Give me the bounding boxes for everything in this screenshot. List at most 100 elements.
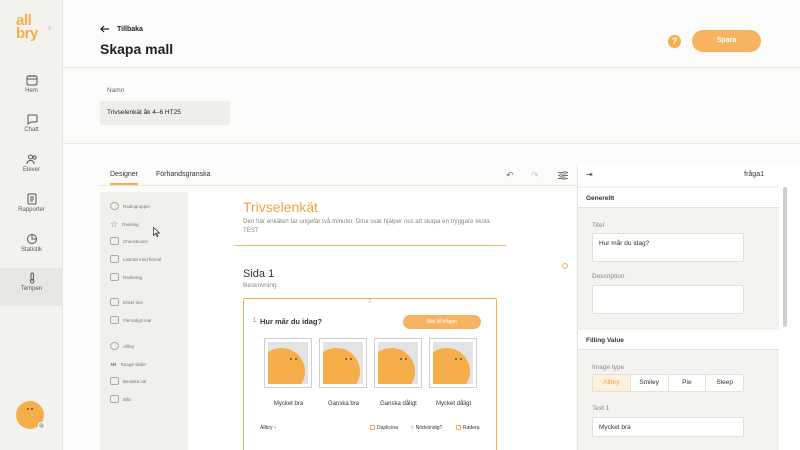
- page-description[interactable]: Beskrivning: [243, 282, 277, 289]
- nav-tempen[interactable]: Tempen: [0, 268, 63, 306]
- nav-statistics[interactable]: Statistik: [0, 233, 63, 271]
- chevron-down-icon: ▾: [273, 425, 277, 431]
- toolbox-item[interactable]: Bild: [110, 395, 131, 403]
- question-title[interactable]: Hur mår du idag?: [260, 317, 322, 326]
- choice-label[interactable]: Ganska dåligt: [371, 401, 426, 407]
- property-panel: ⇥ fråga1 Generellt Titel Hur mår du idag…: [577, 165, 800, 450]
- tab-preview[interactable]: Förhandsgranska: [156, 171, 210, 178]
- choice-label[interactable]: Mycket dåligt: [426, 401, 481, 407]
- status-dot: [38, 422, 45, 429]
- report-icon: [27, 193, 36, 205]
- duplicate-button[interactable]: Duplicera: [370, 425, 398, 431]
- settings-sliders-icon[interactable]: [558, 171, 568, 180]
- toolbox-item[interactable]: Bestaka val: [110, 377, 146, 385]
- description-label: Description: [592, 273, 625, 280]
- add-image-button[interactable]: Bild till frågan: [403, 315, 481, 329]
- toolbox-item[interactable]: Radiogrupper: [110, 202, 150, 210]
- save-button[interactable]: Spara: [692, 30, 761, 52]
- nav-students[interactable]: Elever: [0, 153, 63, 191]
- mouse-cursor-icon: [153, 227, 160, 237]
- designer-tabs: Designer Förhandsgranska: [100, 165, 576, 186]
- survey-description[interactable]: Den här enkäten tar ungefär två minuter.…: [243, 217, 493, 235]
- checkbox-icon: [110, 237, 119, 245]
- face-image: [378, 348, 415, 384]
- choice-image[interactable]: [374, 338, 422, 388]
- ranking-icon: [110, 273, 119, 281]
- choice-image[interactable]: [319, 338, 367, 388]
- text1-label: Text 1: [592, 405, 610, 412]
- toolbox-item[interactable]: Rankning: [110, 273, 142, 281]
- back-link[interactable]: Tillbaka: [100, 25, 143, 33]
- list-icon: [110, 255, 119, 263]
- page-name[interactable]: Sida 1: [243, 268, 274, 280]
- toolbox-item[interactable]: Allbry: [110, 342, 134, 350]
- nav-chat[interactable]: Chatt: [0, 113, 63, 151]
- title-input[interactable]: Hur mår du idag?: [592, 233, 744, 262]
- question-toolbox: Radiogrupper ☆ Ranking Checkboxes Listrut…: [100, 192, 188, 450]
- duplicate-icon: [370, 425, 375, 431]
- text1-input[interactable]: Mycket bra: [592, 417, 744, 437]
- section-divider: [63, 143, 800, 144]
- question-card[interactable]: ⠿ 1. Hur mår du idag? Bild till frågan M…: [243, 298, 497, 450]
- nav-home[interactable]: Hem: [0, 74, 63, 112]
- image-type-pie[interactable]: Pie: [669, 375, 707, 391]
- title-underline: [234, 245, 506, 246]
- drag-handle-icon[interactable]: ⠿: [368, 299, 372, 305]
- multiline-icon: [110, 316, 119, 324]
- toolbox-item[interactable]: Checkboxes: [110, 237, 148, 245]
- face-image: [323, 348, 360, 384]
- tab-designer[interactable]: Designer: [110, 171, 139, 185]
- image-type-sleep[interactable]: Sleep: [706, 375, 743, 391]
- delete-button[interactable]: Radera: [456, 425, 479, 431]
- face-image: [433, 348, 470, 384]
- users-icon: [26, 154, 37, 165]
- toolbox-item[interactable]: ☆ Ranking: [110, 219, 139, 230]
- undo-icon[interactable]: ↶: [506, 170, 514, 181]
- redo-icon[interactable]: ↷: [531, 170, 539, 181]
- allbry-face-icon: [110, 342, 119, 350]
- question-footer: Allbry ▾ Duplicera ✳ Nödvändig? Radera: [244, 421, 498, 435]
- choice-image[interactable]: [429, 338, 477, 388]
- section-general[interactable]: Generellt: [578, 188, 779, 208]
- description-input[interactable]: [592, 285, 744, 314]
- help-icon[interactable]: ?: [668, 35, 681, 48]
- radio-icon: [110, 202, 119, 210]
- question-number: 1.: [253, 318, 259, 324]
- toolbox-item[interactable]: ⇹ Range slider: [110, 360, 146, 369]
- panel-header: ⇥ fråga1: [578, 165, 784, 185]
- image-type-allbry[interactable]: Allbry: [593, 375, 631, 391]
- image-icon: [110, 395, 119, 403]
- survey-canvas: Trivselenkät Den här enkäten tar ungefär…: [188, 192, 576, 450]
- required-toggle[interactable]: ✳ Nödvändig?: [410, 425, 442, 431]
- arrow-left-icon: [100, 25, 109, 33]
- toolbox-item[interactable]: Enkel text: [110, 298, 143, 306]
- avatar-eye: [31, 408, 33, 410]
- choice-label[interactable]: Mycket bra: [261, 401, 316, 407]
- header-divider: [63, 67, 800, 68]
- nav-reports[interactable]: Rapporter: [0, 193, 63, 231]
- page-title: Skapa mall: [100, 41, 174, 57]
- image-type-smiley[interactable]: Smiley: [631, 375, 669, 391]
- toolbox-item[interactable]: Flerradigt svar: [110, 316, 152, 324]
- panel-scrollbar[interactable]: [783, 187, 787, 327]
- toolbox-item[interactable]: Listruta med flerval: [110, 255, 161, 263]
- calendar-icon: [26, 75, 37, 86]
- text-icon: [110, 298, 119, 306]
- choice-image[interactable]: [264, 338, 312, 388]
- expand-nav-icon[interactable]: ›: [48, 22, 51, 32]
- star-icon: ☆: [110, 219, 119, 229]
- selected-question-name: fråga1: [744, 171, 764, 178]
- allbry-logo[interactable]: all bry: [16, 13, 38, 41]
- section-filling-value[interactable]: Filling Value: [578, 330, 779, 350]
- choice-label[interactable]: Ganska bra: [316, 401, 371, 407]
- name-input[interactable]: Trivselenkät åk 4–6 HT25: [100, 101, 230, 125]
- slider-icon: ⇹: [110, 360, 117, 369]
- title-label: Titel: [592, 222, 605, 229]
- question-type-dropdown[interactable]: Allbry ▾: [260, 425, 276, 431]
- chat-icon: [27, 114, 37, 125]
- pie-chart-icon: [26, 234, 37, 244]
- survey-title[interactable]: Trivselenkät: [243, 199, 318, 215]
- asterisk-icon: ✳: [410, 425, 415, 431]
- trash-icon: [456, 425, 461, 431]
- collapse-panel-icon[interactable]: ⇥: [586, 170, 593, 179]
